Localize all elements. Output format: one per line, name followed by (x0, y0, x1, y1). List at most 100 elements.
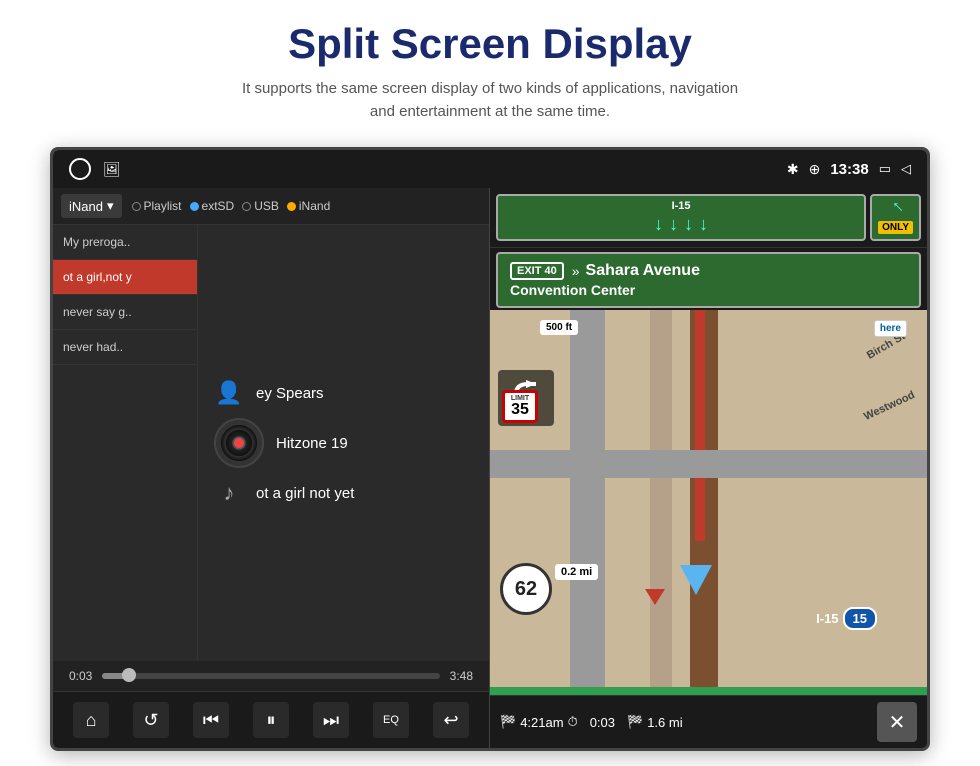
checkered-flag-icon-1: 🏁 (500, 714, 516, 730)
total-time: 3:48 (450, 669, 473, 683)
highway-sign-text: I-15 (672, 200, 691, 212)
eta-value: 4:21am (520, 715, 563, 730)
playlist-radio (132, 202, 141, 211)
travel-time-value: 0:03 (590, 715, 615, 730)
highway-sign-main: I-15 ↓ ↓ ↓ ↓ (496, 194, 866, 241)
nav-travel-time: 0:03 (590, 715, 615, 730)
device-frame: 🖼 ✱ ⊕ 13:38 ▭ ◁ iNand ▾ Playlist (50, 147, 930, 751)
i15-shield: 15 (843, 607, 877, 630)
speed-badge: 62 (500, 563, 552, 615)
back-icon: ◁ (901, 161, 911, 177)
road-h1 (490, 450, 927, 478)
here-logo: here (874, 320, 907, 337)
nav-time-info: 🏁 4:21am ⏱ 0:03 🏁 1.6 mi (500, 714, 683, 730)
back-button[interactable]: ↩ (433, 702, 469, 738)
status-right: ✱ ⊕ 13:38 ▭ ◁ (787, 161, 911, 178)
artist-name: ey Spears (256, 385, 324, 402)
speed-limit-sign: LIMIT 35 (502, 390, 538, 423)
music-note-icon: ♪ (214, 480, 244, 506)
highway-signs: I-15 ↓ ↓ ↓ ↓ ↑ ONLY (490, 188, 927, 248)
home-circle-icon[interactable] (69, 158, 91, 180)
playlist-item-active[interactable]: ot a girl,not y (53, 260, 197, 295)
album-name: Hitzone 19 (276, 435, 348, 452)
nav-panel: I-15 ↓ ↓ ↓ ↓ ↑ ONLY EXIT 40 » (490, 188, 927, 748)
page-subtitle: It supports the same screen display of t… (240, 78, 740, 123)
arrow-down-4: ↓ (699, 214, 708, 235)
road-v2 (650, 310, 672, 695)
exit-sign: EXIT 40 » Sahara Avenue Convention Cente… (496, 252, 921, 308)
playlist-sidebar: My preroga.. ot a girl,not y never say g… (53, 225, 198, 661)
status-bar: 🖼 ✱ ⊕ 13:38 ▭ ◁ (53, 150, 927, 188)
progress-bar[interactable] (102, 673, 439, 679)
music-panel: iNand ▾ Playlist extSD USB (53, 188, 490, 748)
checkered-flag-icon-2: 🏁 (627, 714, 643, 730)
arrow-down-2: ↓ (669, 214, 678, 235)
progress-area: 0:03 3:48 (53, 661, 489, 691)
controls-bar: ⌂ ↺ ⏮ ⏸ ⏭ EQ ↩ (53, 691, 489, 748)
nav-distance: 🏁 1.6 mi (627, 714, 683, 730)
artist-row: 👤 ey Spears (214, 380, 473, 406)
status-left: 🖼 (69, 158, 121, 180)
now-playing: 👤 ey Spears Hitzone 19 ♪ ot a girl not y… (198, 225, 489, 661)
i15-text: I-15 (816, 611, 838, 626)
song-row: ♪ ot a girl not yet (214, 480, 473, 506)
exit-street: Sahara Avenue (586, 262, 700, 280)
ft-label: 500 ft (540, 320, 578, 335)
speed-value: 62 (515, 578, 537, 601)
page-title: Split Screen Display (288, 20, 692, 68)
source-options: Playlist extSD USB iNand (132, 199, 331, 213)
route-pointer (645, 589, 665, 605)
arrow-down-1: ↓ (654, 214, 663, 235)
source-bar: iNand ▾ Playlist extSD USB (53, 188, 489, 225)
route-red (695, 310, 705, 541)
distance-label: 0.2 mi (555, 564, 598, 580)
window-icon: ▭ (879, 161, 891, 177)
highway-label-area: I-15 15 (816, 607, 877, 630)
vinyl-center (234, 438, 244, 448)
source-usb[interactable]: USB (242, 199, 279, 213)
distance-value: 1.6 mi (647, 715, 682, 730)
clock-icon: ⏱ (568, 714, 578, 730)
route-bottom-bar (490, 687, 927, 695)
playlist-item[interactable]: never had.. (53, 330, 197, 365)
nav-eta: 🏁 4:21am ⏱ (500, 714, 578, 730)
current-time: 0:03 (69, 669, 92, 683)
source-playlist[interactable]: Playlist (132, 199, 182, 213)
only-label: ONLY (878, 221, 913, 234)
map-area: Birch St Westwood LIMIT 35 here (490, 310, 927, 695)
next-button[interactable]: ⏭ (313, 702, 349, 738)
split-container: iNand ▾ Playlist extSD USB (53, 188, 927, 748)
vinyl-disc-icon (214, 418, 264, 468)
home-button[interactable]: ⌂ (73, 702, 109, 738)
arrow-down-3: ↓ (684, 214, 693, 235)
song-name: ot a girl not yet (256, 485, 354, 502)
usb-radio (242, 202, 251, 211)
chevron-down-icon: ▾ (107, 198, 114, 214)
prev-button[interactable]: ⏮ (193, 702, 229, 738)
arrow-row: ↓ ↓ ↓ ↓ (654, 214, 708, 235)
playlist-item[interactable]: My preroga.. (53, 225, 197, 260)
album-row: Hitzone 19 (214, 418, 473, 468)
nav-arrow (680, 565, 712, 595)
progress-thumb (122, 668, 136, 682)
bluetooth-icon: ✱ (787, 161, 799, 178)
nav-bottom-bar: 🏁 4:21am ⏱ 0:03 🏁 1.6 mi ✕ (490, 695, 927, 748)
source-dropdown[interactable]: iNand ▾ (61, 194, 122, 218)
track-info: 👤 ey Spears Hitzone 19 ♪ ot a girl not y… (214, 380, 473, 506)
road-v1 (570, 310, 605, 695)
source-inand[interactable]: iNand (287, 199, 330, 213)
progress-bar-row: 0:03 3:48 (69, 669, 473, 683)
playlist-item[interactable]: never say g.. (53, 295, 197, 330)
only-sign: ↑ ONLY (870, 194, 921, 241)
exit-number: EXIT 40 (510, 262, 564, 280)
source-extsd[interactable]: extSD (190, 199, 235, 213)
person-icon: 👤 (214, 380, 244, 406)
close-button[interactable]: ✕ (877, 702, 917, 742)
play-pause-button[interactable]: ⏸ (253, 702, 289, 738)
only-arrow-icon: ↑ (887, 196, 908, 217)
extsd-radio (190, 202, 199, 211)
eq-button[interactable]: EQ (373, 702, 409, 738)
repeat-button[interactable]: ↺ (133, 702, 169, 738)
location-icon: ⊕ (809, 161, 821, 178)
image-icon: 🖼 (103, 161, 121, 178)
